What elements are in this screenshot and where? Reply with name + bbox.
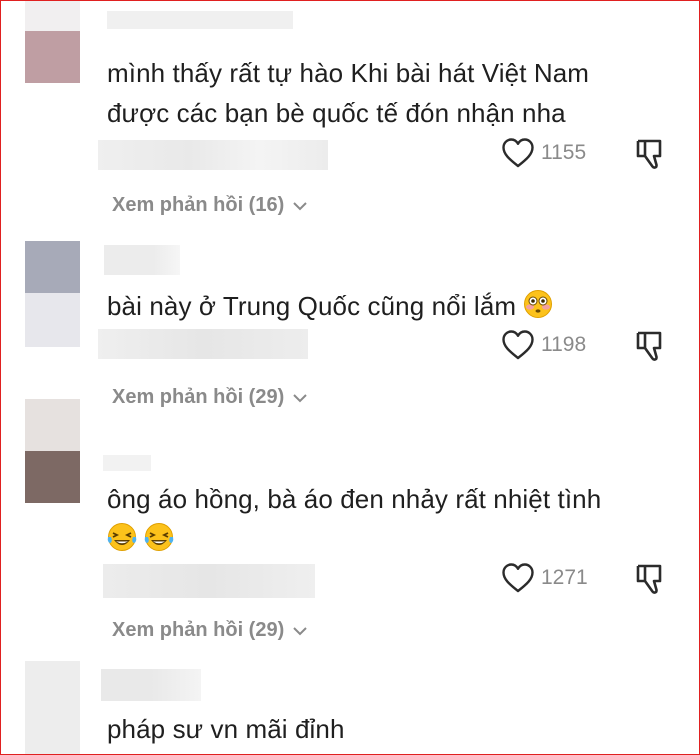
username[interactable] (107, 11, 293, 29)
heart-icon (502, 563, 534, 593)
avatar[interactable] (25, 1, 80, 83)
flushed-face-emoji (524, 290, 553, 318)
comment-item: bài này ở Trung Quốc cũng nổi lắm 1198 X… (1, 226, 699, 416)
like-button[interactable]: 1155 (501, 137, 586, 169)
comment-meta (98, 329, 308, 359)
comment-item: ông áo hồng, bà áo đen nhảy rất nhiệt tì… (1, 399, 699, 661)
chevron-down-icon (293, 626, 307, 635)
like-button[interactable]: 1198 (501, 329, 586, 361)
like-button[interactable]: 1271 (501, 562, 588, 594)
comment-meta (103, 564, 315, 598)
view-replies-button[interactable]: Xem phản hồi (29) (112, 619, 308, 642)
like-count: 1198 (541, 333, 587, 356)
avatar[interactable] (25, 399, 80, 503)
comment-list: mình thấy rất tự hào Khi bài hát Việt Na… (0, 0, 700, 755)
thumbs-down-icon[interactable] (635, 137, 669, 171)
comment-text: được các bạn bè quốc tế đón nhận nha (107, 98, 566, 128)
comment-text: pháp sư vn mãi đỉnh (107, 714, 345, 744)
thumbs-down-icon[interactable] (635, 329, 669, 363)
username[interactable] (103, 455, 151, 471)
like-count: 1155 (541, 141, 587, 164)
thumbs-down-icon[interactable] (635, 562, 669, 596)
chevron-down-icon (293, 201, 307, 210)
comment-text: mình thấy rất tự hào Khi bài hát Việt Na… (107, 58, 590, 88)
comment-meta (98, 140, 328, 170)
comment-text-content: bài này ở Trung Quốc cũng nổi lắm (107, 291, 517, 321)
comment-item: mình thấy rất tự hào Khi bài hát Việt Na… (1, 1, 699, 226)
comment-text (107, 519, 174, 559)
username[interactable] (104, 245, 180, 275)
view-replies-label: Xem phản hồi (29) (112, 619, 285, 641)
heart-icon (502, 330, 534, 360)
comment-item: pháp sư vn mãi đỉnh (1, 661, 699, 754)
heart-icon (502, 138, 534, 168)
like-count: 1271 (541, 566, 588, 589)
laughing-tears-emoji (107, 523, 137, 551)
view-replies-label: Xem phản hồi (16) (112, 194, 285, 216)
username[interactable] (101, 669, 201, 701)
comment-text: ông áo hồng, bà áo đen nhảy rất nhiệt tì… (107, 484, 602, 514)
laughing-tears-emoji (145, 523, 174, 551)
avatar[interactable] (25, 661, 80, 754)
avatar[interactable] (25, 241, 80, 347)
view-replies-button[interactable]: Xem phản hồi (16) (112, 194, 308, 217)
comment-text: bài này ở Trung Quốc cũng nổi lắm (107, 286, 553, 326)
